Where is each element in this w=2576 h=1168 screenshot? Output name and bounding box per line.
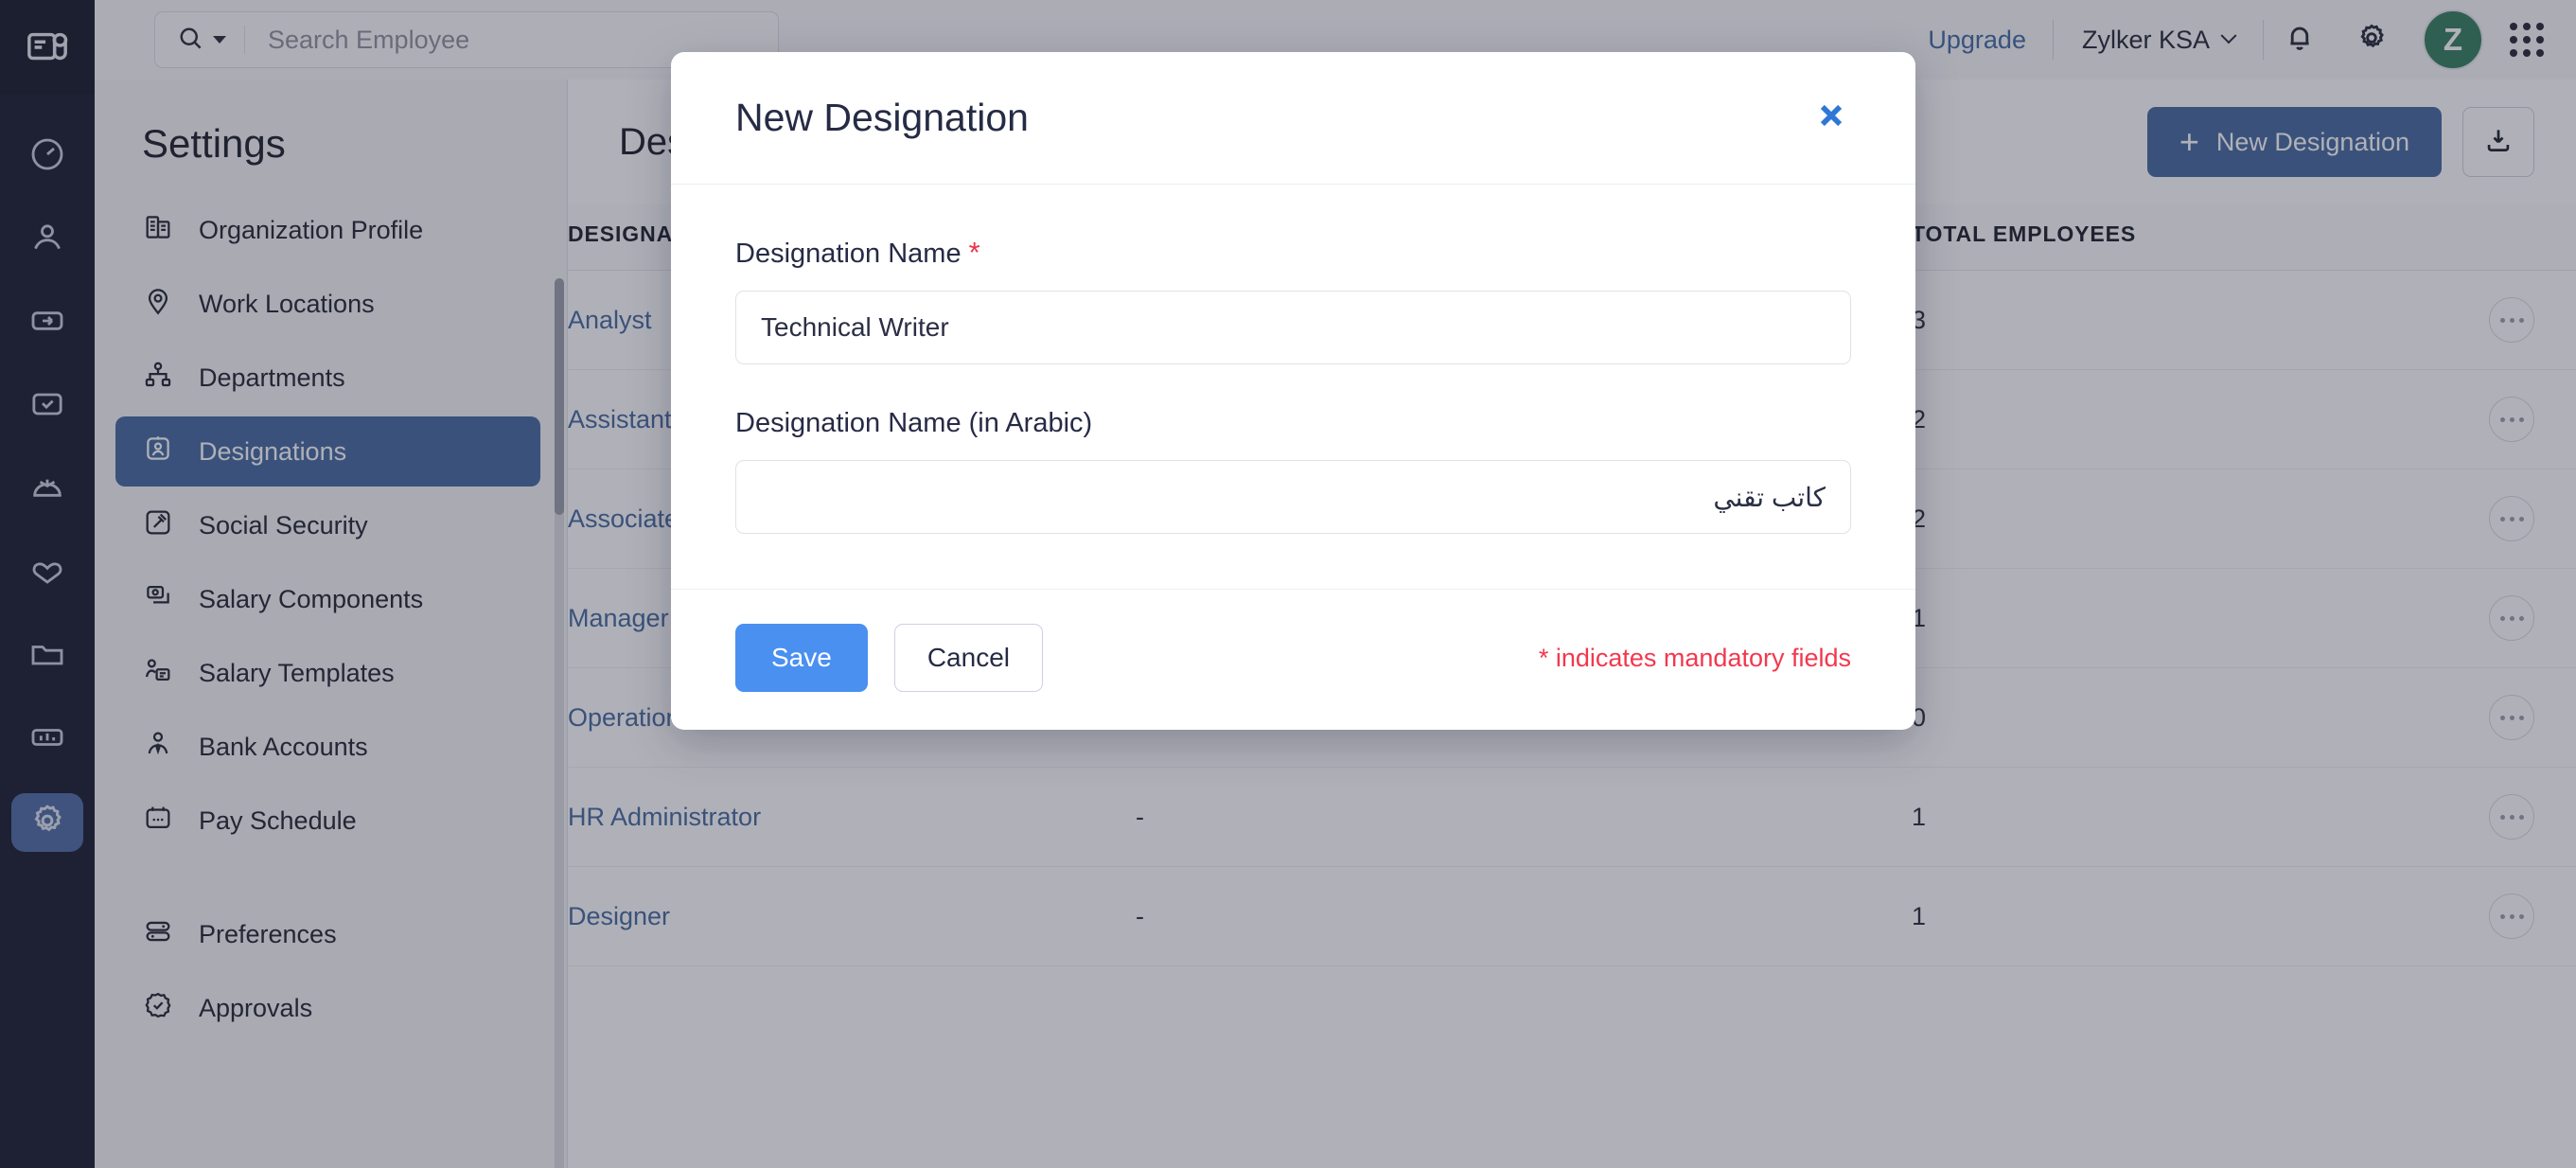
designation-name-arabic-field: Designation Name (in Arabic) [735, 408, 1851, 534]
designation-name-label: Designation Name * [735, 236, 1851, 270]
designation-name-arabic-label: Designation Name (in Arabic) [735, 408, 1851, 439]
designation-name-input[interactable] [735, 291, 1851, 364]
label-text: Designation Name (in Arabic) [735, 408, 1093, 438]
mandatory-fields-note: * indicates mandatory fields [1538, 643, 1851, 672]
designation-name-arabic-input[interactable] [735, 460, 1851, 534]
app-root: Upgrade Zylker KSA Z [0, 0, 2576, 1168]
required-marker: * [968, 236, 980, 269]
new-designation-modal: New Designation Designation Name * Techn… [671, 52, 1915, 730]
designation-name-field: Designation Name * [735, 236, 1851, 364]
save-button[interactable]: Save [735, 624, 868, 692]
label-text: Designation Name [735, 239, 962, 269]
close-icon [1812, 97, 1850, 139]
modal-header: New Designation [671, 52, 1915, 185]
modal-footer: Save Cancel * indicates mandatory fields [671, 589, 1915, 730]
modal-title: New Designation [735, 96, 1029, 139]
modal-body: Designation Name * Designation Name (in … [671, 185, 1915, 589]
cancel-button[interactable]: Cancel [893, 624, 1043, 692]
close-button[interactable] [1798, 85, 1864, 151]
